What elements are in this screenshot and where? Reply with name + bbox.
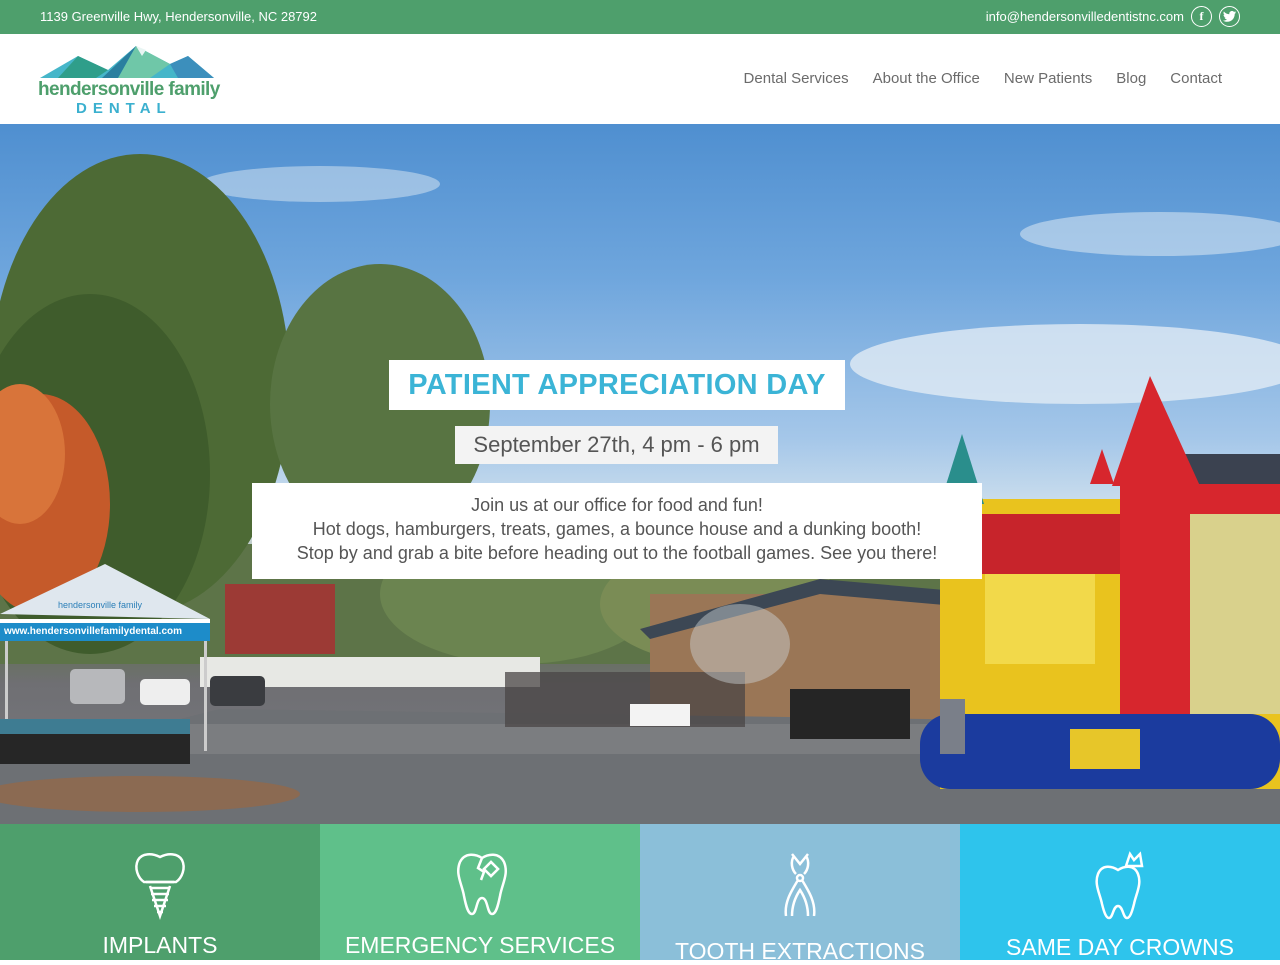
twitter-icon[interactable] bbox=[1219, 6, 1240, 27]
tent-url-text: www.hendersonvillefamilydental.com bbox=[3, 626, 182, 637]
services-tiles: IMPLANTS EMERGENCY SERVICES TOOTH EXTRAC… bbox=[0, 824, 1280, 964]
event-line-3: Stop by and grab a bite before heading o… bbox=[296, 543, 938, 563]
tile-label: TOOTH EXTRACTIONS bbox=[674, 938, 926, 964]
main-nav: Dental Services About the Office New Pat… bbox=[744, 70, 1222, 87]
hero-background-photo: hendersonville family www.hendersonville… bbox=[0, 154, 1280, 824]
event-line-2: Hot dogs, hamburgers, treats, games, a b… bbox=[312, 519, 922, 539]
event-line-1: Join us at our office for food and fun! bbox=[471, 495, 763, 515]
site-logo[interactable]: hendersonville family DENTAL bbox=[38, 42, 220, 118]
facebook-icon[interactable]: f bbox=[1191, 6, 1212, 27]
nav-new-patients[interactable]: New Patients bbox=[1004, 70, 1092, 87]
nav-about-office[interactable]: About the Office bbox=[873, 70, 980, 87]
broken-tooth-icon bbox=[456, 853, 508, 916]
tile-emergency-services[interactable]: EMERGENCY SERVICES bbox=[320, 824, 640, 960]
crown-tooth-icon bbox=[1095, 851, 1144, 920]
mountain-logo-icon bbox=[40, 46, 214, 78]
site-header: hendersonville family DENTAL Dental Serv… bbox=[0, 34, 1280, 124]
address-text: 1139 Greenville Hwy, Hendersonville, NC … bbox=[40, 9, 317, 24]
event-date: September 27th, 4 pm - 6 pm bbox=[455, 426, 778, 464]
event-description: Join us at our office for food and fun! … bbox=[252, 483, 982, 579]
hero-section: hendersonville family www.hendersonville… bbox=[0, 124, 1280, 824]
nav-blog[interactable]: Blog bbox=[1116, 70, 1146, 87]
tile-label: EMERGENCY SERVICES bbox=[344, 932, 616, 958]
event-title: PATIENT APPRECIATION DAY bbox=[389, 360, 845, 410]
nav-dental-services[interactable]: Dental Services bbox=[744, 70, 849, 87]
tent-brand-text: hendersonville family bbox=[58, 600, 143, 610]
tile-label: SAME DAY CROWNS bbox=[1006, 934, 1234, 960]
email-link[interactable]: info@hendersonvilledentistnc.com bbox=[986, 9, 1184, 24]
implant-icon bbox=[135, 853, 185, 920]
tile-same-day-crowns[interactable]: SAME DAY CROWNS bbox=[960, 824, 1280, 960]
tile-tooth-extractions[interactable]: TOOTH EXTRACTIONS bbox=[640, 824, 960, 964]
logo-subtitle: DENTAL bbox=[76, 100, 172, 117]
tile-label: IMPLANTS bbox=[102, 932, 218, 958]
tile-implants[interactable]: IMPLANTS bbox=[0, 824, 320, 960]
nav-contact[interactable]: Contact bbox=[1170, 70, 1222, 87]
logo-name: hendersonville family bbox=[38, 79, 220, 100]
top-bar: 1139 Greenville Hwy, Hendersonville, NC … bbox=[0, 0, 1280, 34]
forceps-icon bbox=[784, 853, 816, 917]
